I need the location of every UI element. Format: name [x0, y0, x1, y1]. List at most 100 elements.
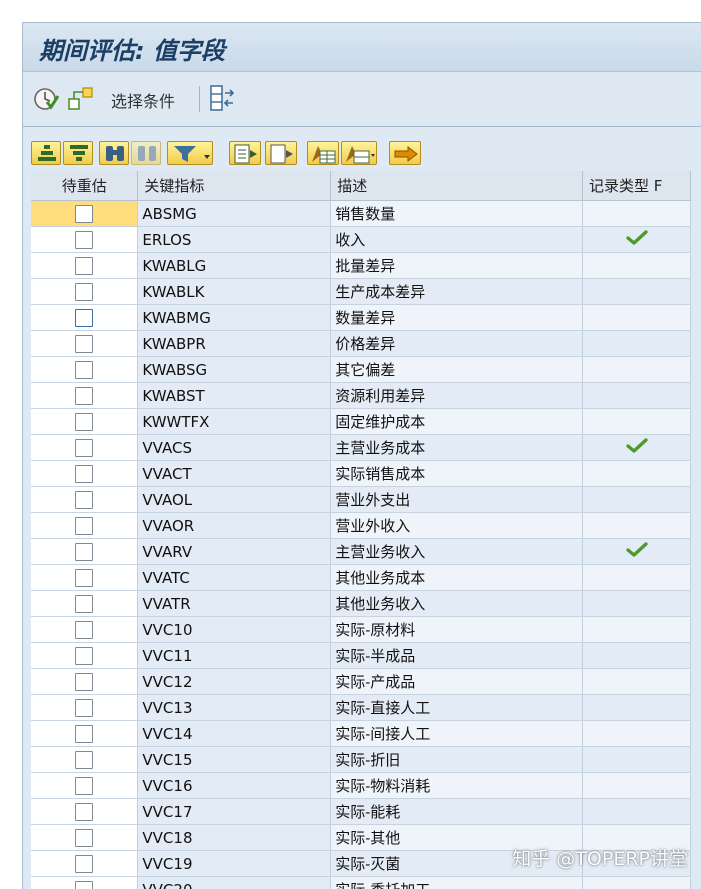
record-type-cell[interactable] [583, 201, 691, 227]
revaluate-checkbox[interactable] [75, 725, 93, 743]
table-row[interactable]: VVATC其他业务成本 [31, 565, 691, 591]
get-variant-icon[interactable] [67, 84, 95, 116]
revaluate-checkbox[interactable] [75, 413, 93, 431]
table-row[interactable]: ERLOS收入 [31, 227, 691, 253]
revaluate-checkbox[interactable] [75, 855, 93, 873]
revaluate-cell[interactable] [31, 695, 138, 721]
record-type-cell[interactable] [583, 617, 691, 643]
revaluate-cell[interactable] [31, 513, 138, 539]
record-type-cell[interactable] [583, 487, 691, 513]
filter-icon[interactable] [167, 141, 213, 165]
key-figure-cell[interactable]: VVATC [138, 565, 331, 591]
record-type-cell[interactable] [583, 565, 691, 591]
key-figure-cell[interactable]: VVC18 [138, 825, 331, 851]
key-figure-cell[interactable]: KWABLG [138, 253, 331, 279]
revaluate-cell[interactable] [31, 825, 138, 851]
table-row[interactable]: KWABMG数量差异 [31, 305, 691, 331]
description-cell[interactable]: 生产成本差异 [331, 279, 583, 305]
record-type-cell[interactable] [583, 695, 691, 721]
key-figure-cell[interactable]: VVC10 [138, 617, 331, 643]
revaluate-cell[interactable] [31, 201, 138, 227]
table-row[interactable]: VVATR其他业务收入 [31, 591, 691, 617]
revaluate-checkbox[interactable] [75, 439, 93, 457]
record-type-cell[interactable] [583, 591, 691, 617]
description-cell[interactable]: 营业外支出 [331, 487, 583, 513]
revaluate-cell[interactable] [31, 851, 138, 877]
description-cell[interactable]: 实际-间接人工 [331, 721, 583, 747]
column-header-revaluate[interactable]: 待重估 [31, 171, 138, 201]
revaluate-checkbox[interactable] [75, 309, 93, 327]
record-type-cell[interactable] [583, 799, 691, 825]
key-figure-cell[interactable]: VVACS [138, 435, 331, 461]
table-row[interactable]: KWWTFX固定维护成本 [31, 409, 691, 435]
next-arrow-icon[interactable] [389, 141, 421, 165]
revaluate-checkbox[interactable] [75, 465, 93, 483]
record-type-cell[interactable] [583, 539, 691, 565]
key-figure-cell[interactable]: VVATR [138, 591, 331, 617]
record-type-cell[interactable] [583, 643, 691, 669]
table-row[interactable]: KWABPR价格差异 [31, 331, 691, 357]
table-row[interactable]: VVC16实际-物料消耗 [31, 773, 691, 799]
record-type-cell[interactable] [583, 227, 691, 253]
revaluate-cell[interactable] [31, 565, 138, 591]
table-row[interactable]: VVACS主营业务成本 [31, 435, 691, 461]
revaluate-cell[interactable] [31, 253, 138, 279]
record-type-cell[interactable] [583, 435, 691, 461]
revaluate-cell[interactable] [31, 617, 138, 643]
revaluate-cell[interactable] [31, 877, 138, 889]
key-figure-cell[interactable]: KWABPR [138, 331, 331, 357]
revaluate-checkbox[interactable] [75, 517, 93, 535]
table-row[interactable]: VVC20实际-委托加工 [31, 877, 691, 889]
record-type-cell[interactable] [583, 721, 691, 747]
revaluate-checkbox[interactable] [75, 777, 93, 795]
revaluate-checkbox[interactable] [75, 387, 93, 405]
table-row[interactable]: KWABSG其它偏差 [31, 357, 691, 383]
revaluate-cell[interactable] [31, 461, 138, 487]
revaluate-cell[interactable] [31, 539, 138, 565]
revaluate-checkbox[interactable] [75, 569, 93, 587]
record-type-cell[interactable] [583, 331, 691, 357]
sort-desc-icon[interactable] [63, 141, 93, 165]
table-row[interactable]: VVC10实际-原材料 [31, 617, 691, 643]
description-cell[interactable]: 实际-折旧 [331, 747, 583, 773]
key-figure-cell[interactable]: VVC15 [138, 747, 331, 773]
description-cell[interactable]: 实际-直接人工 [331, 695, 583, 721]
revaluate-checkbox[interactable] [75, 491, 93, 509]
description-cell[interactable]: 主营业务成本 [331, 435, 583, 461]
key-figure-cell[interactable]: ABSMG [138, 201, 331, 227]
key-figure-cell[interactable]: VVC19 [138, 851, 331, 877]
record-type-cell[interactable] [583, 747, 691, 773]
revaluate-cell[interactable] [31, 331, 138, 357]
record-type-cell[interactable] [583, 279, 691, 305]
revaluate-checkbox[interactable] [75, 257, 93, 275]
table-row[interactable]: VVC14实际-间接人工 [31, 721, 691, 747]
table-row[interactable]: VVAOL营业外支出 [31, 487, 691, 513]
record-type-cell[interactable] [583, 305, 691, 331]
key-figure-cell[interactable]: VVACT [138, 461, 331, 487]
revaluate-cell[interactable] [31, 383, 138, 409]
record-type-cell[interactable] [583, 513, 691, 539]
description-cell[interactable]: 价格差异 [331, 331, 583, 357]
key-figure-cell[interactable]: KWABMG [138, 305, 331, 331]
key-figure-cell[interactable]: VVAOR [138, 513, 331, 539]
description-cell[interactable]: 实际-产成品 [331, 669, 583, 695]
revaluate-cell[interactable] [31, 747, 138, 773]
revaluate-checkbox[interactable] [75, 205, 93, 223]
key-figure-cell[interactable]: VVAOL [138, 487, 331, 513]
description-cell[interactable]: 其他业务收入 [331, 591, 583, 617]
record-type-cell[interactable] [583, 669, 691, 695]
description-cell[interactable]: 实际-原材料 [331, 617, 583, 643]
record-type-cell[interactable] [583, 773, 691, 799]
sort-asc-icon[interactable] [31, 141, 61, 165]
revaluate-cell[interactable] [31, 409, 138, 435]
revaluate-checkbox[interactable] [75, 829, 93, 847]
key-figure-cell[interactable]: VVC11 [138, 643, 331, 669]
export-icon[interactable] [265, 141, 297, 165]
description-cell[interactable]: 数量差异 [331, 305, 583, 331]
table-row[interactable]: VVC15实际-折旧 [31, 747, 691, 773]
column-header-record-type[interactable]: 记录类型 F [583, 171, 691, 201]
record-type-cell[interactable] [583, 253, 691, 279]
description-cell[interactable]: 实际销售成本 [331, 461, 583, 487]
revaluate-checkbox[interactable] [75, 803, 93, 821]
record-type-cell[interactable] [583, 877, 691, 889]
